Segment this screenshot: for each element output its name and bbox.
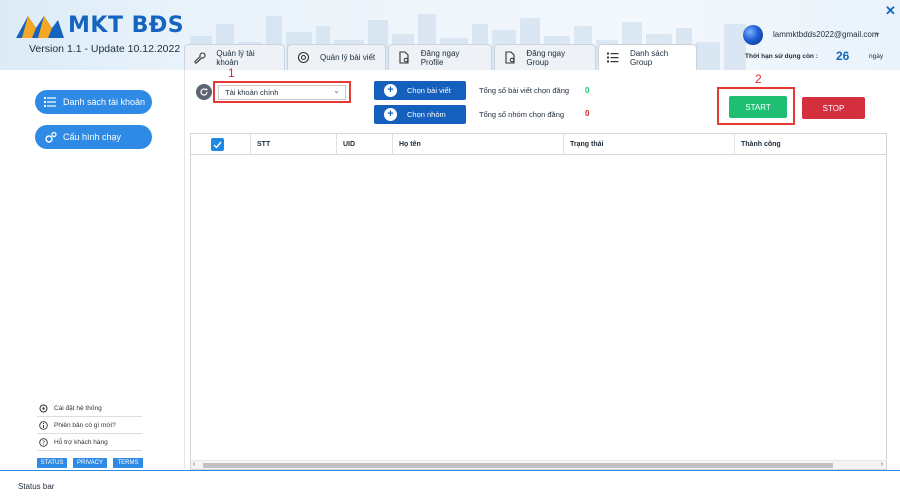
tab-label: Đăng ngay Profile	[420, 48, 460, 67]
start-button-highlight: START	[717, 87, 795, 125]
stop-button[interactable]: STOP	[802, 97, 865, 119]
column-header-success[interactable]: Thành công	[734, 134, 886, 155]
version-label: Version 1.1 - Update 10.12.2022	[29, 43, 181, 55]
gears-icon	[43, 130, 57, 144]
sidebar-links: Cài đặt hệ thống Phiên bản có gì mới? ? …	[37, 400, 142, 451]
table-header: STT UID Họ tên Trạng thái Thành công	[191, 134, 886, 155]
chevron-down-icon[interactable]: ⌄	[874, 28, 881, 37]
wrench-icon	[193, 51, 206, 65]
horizontal-scrollbar[interactable]: ‹ ›	[191, 460, 886, 469]
tab-label: Đăng ngay Group	[526, 48, 566, 67]
total-posts-value: 0	[585, 86, 590, 95]
status-bar: Status bar	[0, 470, 900, 501]
scroll-right-icon[interactable]: ›	[881, 461, 883, 468]
sidebar-item-whats-new[interactable]: Phiên bản có gì mới?	[37, 417, 142, 434]
scrollbar-thumb[interactable]	[203, 463, 833, 468]
annotation-1: 1	[228, 66, 235, 80]
sidebar-item-system-settings[interactable]: Cài đặt hệ thống	[37, 400, 142, 417]
annotation-2: 2	[755, 72, 762, 86]
close-icon[interactable]: ✕	[885, 3, 896, 19]
status-badge[interactable]: STATUS	[37, 458, 67, 468]
tab-label: Quản lý bài viết	[320, 53, 376, 62]
sidebar-link-label: Cài đặt hệ thống	[54, 404, 102, 412]
select-all-checkbox[interactable]	[211, 138, 224, 151]
start-button[interactable]: START	[729, 96, 787, 118]
run-config-label: Cấu hình chạy	[63, 132, 122, 142]
list-icon	[607, 51, 620, 65]
tab-group-list[interactable]: Danh sách Group	[598, 44, 697, 70]
terms-badge[interactable]: TERMS	[113, 458, 143, 468]
footer-badges: STATUS PRIVACY TERMS	[37, 458, 149, 468]
svg-text:?: ?	[42, 439, 45, 446]
gear-refresh-icon	[296, 51, 310, 65]
tab-post-group[interactable]: Đăng ngay Group	[494, 44, 596, 70]
total-groups-value: 0	[585, 109, 590, 118]
column-header-stt[interactable]: STT	[250, 134, 333, 155]
plus-icon: +	[384, 108, 397, 121]
expire-unit: ngày	[869, 53, 884, 60]
total-posts-label: Tổng số bài viết chọn đăng	[479, 86, 570, 95]
account-area: lammktbdds2022@gmail.com ⌄ Thời hạn sử d…	[740, 24, 890, 64]
tab-post-management[interactable]: Quản lý bài viết	[287, 44, 386, 70]
choose-post-button[interactable]: + Chọn bài viết	[374, 81, 466, 100]
choose-group-button[interactable]: + Chọn nhóm	[374, 105, 466, 124]
refresh-icon[interactable]	[196, 84, 212, 100]
gear-icon	[39, 404, 48, 413]
document-gear-icon	[503, 51, 516, 65]
account-select-highlight: Tài khoản chính ⌄	[213, 81, 351, 103]
tab-bar: Quản lý tài khoản Quản lý bài viết Đăng …	[184, 44, 699, 70]
logo-mark-icon	[16, 16, 64, 38]
expire-days: 26	[836, 49, 850, 63]
tab-post-profile[interactable]: Đăng ngay Profile	[388, 44, 492, 70]
account-select[interactable]: Tài khoản chính ⌄	[218, 85, 346, 100]
run-config-button[interactable]: Cấu hình chạy	[35, 125, 152, 149]
header: MKT BĐS Version 1.1 - Update 10.12.2022 …	[0, 0, 900, 70]
choose-post-label: Chọn bài viết	[407, 86, 451, 95]
privacy-badge[interactable]: PRIVACY	[73, 458, 107, 468]
column-header-name[interactable]: Họ tên	[392, 134, 562, 155]
app-window: MKT BĐS Version 1.1 - Update 10.12.2022 …	[0, 0, 900, 501]
status-bar-text: Status bar	[18, 482, 55, 491]
logo: MKT BĐS	[14, 10, 184, 40]
list-icon	[43, 95, 57, 109]
plus-icon: +	[384, 84, 397, 97]
info-icon	[39, 420, 48, 430]
help-icon: ?	[39, 437, 48, 447]
sidebar-item-support[interactable]: ? Hỗ trợ khách hàng	[37, 434, 142, 451]
sidebar-link-label: Hỗ trợ khách hàng	[54, 438, 108, 446]
column-header-uid[interactable]: UID	[336, 134, 392, 155]
scroll-left-icon[interactable]: ‹	[193, 461, 195, 468]
avatar[interactable]	[743, 25, 763, 45]
total-groups-label: Tổng số nhóm chọn đăng	[479, 110, 565, 119]
sidebar: Danh sách tài khoản Cấu hình chạy Cài đặ…	[0, 70, 185, 468]
chevron-down-icon: ⌄	[333, 86, 340, 95]
account-email[interactable]: lammktbdds2022@gmail.com	[773, 30, 879, 39]
tab-label: Danh sách Group	[629, 48, 669, 67]
account-list-button[interactable]: Danh sách tài khoản	[35, 90, 152, 114]
account-select-value: Tài khoản chính	[225, 88, 279, 97]
account-table: STT UID Họ tên Trạng thái Thành công ‹ ›	[190, 133, 887, 470]
account-list-label: Danh sách tài khoản	[63, 97, 146, 107]
expire-label: Thời hạn sử dụng còn :	[745, 53, 818, 60]
document-gear-icon	[397, 51, 411, 65]
choose-group-label: Chọn nhóm	[407, 110, 446, 119]
logo-text: MKT BĐS	[68, 12, 185, 38]
column-header-status[interactable]: Trạng thái	[563, 134, 734, 155]
sidebar-link-label: Phiên bản có gì mới?	[54, 421, 116, 429]
tab-label: Quản lý tài khoản	[216, 48, 255, 67]
